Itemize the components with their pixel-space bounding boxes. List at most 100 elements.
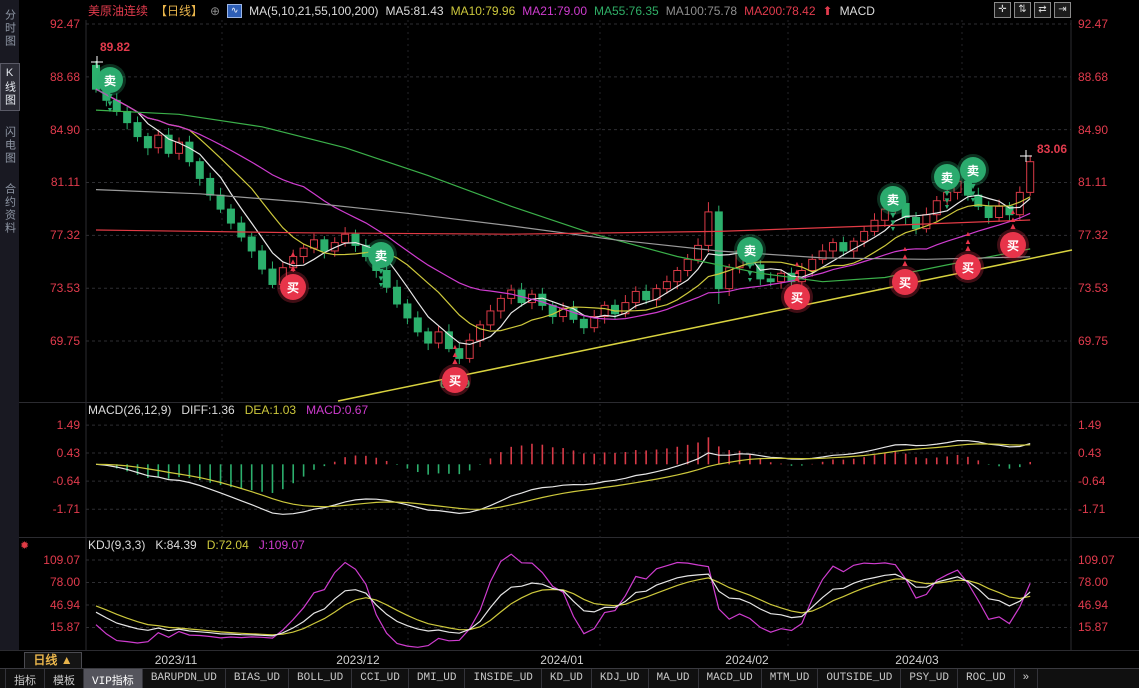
buy-signal-marker: 买 — [892, 269, 918, 295]
y-axis-label: -1.71 — [52, 502, 80, 517]
tab-vip指标[interactable]: VIP指标 — [84, 669, 143, 688]
up-arrows-icon: ▲ ▲ ▲ — [1008, 209, 1018, 231]
chart-toolbar: ✛ ⇅ ⇄ ⇥ — [994, 2, 1071, 18]
y-axis-label: 88.68 — [49, 69, 80, 84]
buy-signal-marker: 买 — [280, 274, 306, 300]
macd-dea-value: DEA:1.03 — [244, 403, 297, 417]
sell-signal-marker: 卖 — [934, 164, 960, 190]
buy-signal-marker: 买 — [1000, 232, 1026, 258]
tab-dmi-ud[interactable]: DMI_UD — [409, 669, 466, 688]
tab-模板[interactable]: 模板 — [45, 669, 84, 688]
up-arrows-icon: ▲ ▲ ▲ — [288, 251, 298, 273]
tab-psy-ud[interactable]: PSY_UD — [901, 669, 958, 688]
down-arrows-icon: ▼ ▼ ▼ — [942, 188, 952, 212]
y-axis-label: 0.43 — [1078, 446, 1102, 460]
y-axis-label: 92.47 — [49, 17, 80, 31]
up-arrows-icon: ▲ ▲ ▲ — [963, 231, 973, 253]
y-axis-label: 84.90 — [49, 122, 80, 137]
up-arrows-icon: ▲ ▲ ▲ — [792, 261, 802, 283]
tab-barupdn-ud[interactable]: BARUPDN_UD — [143, 669, 226, 688]
kdj-title: KDJ(9,3,3) — [88, 538, 146, 552]
y-axis-label: 73.53 — [49, 281, 80, 296]
y-axis-label: 84.90 — [1078, 122, 1109, 137]
y-axis-label: 46.94 — [1078, 597, 1109, 612]
down-arrows-icon: ▼ ▼ ▼ — [376, 266, 386, 290]
y-axis-label: 69.75 — [1078, 333, 1109, 348]
x-axis-label: 2024/03 — [895, 653, 939, 667]
tab-kdj-ud[interactable]: KDJ_UD — [592, 669, 649, 688]
indicator-label: MACD — [839, 3, 875, 18]
ma5-value: MA5:81.43 — [385, 3, 444, 18]
kdj-d-value: D:72.04 — [206, 538, 249, 552]
shift-right-icon[interactable]: ⇥ — [1054, 2, 1071, 18]
sidebar-item-flash-chart[interactable]: 闪电图 — [1, 123, 19, 168]
y-axis-label: 1.49 — [56, 418, 80, 433]
x-axis-label: 2023/12 — [336, 653, 380, 667]
tab-outside-ud[interactable]: OUTSIDE_UD — [818, 669, 902, 688]
sidebar-item-contract-info[interactable]: 合约资料 — [1, 180, 19, 238]
down-arrows-icon: ▼ ▼ ▼ — [888, 210, 898, 234]
sell-signal-marker: 卖 — [97, 67, 123, 93]
left-sidebar: 分时图 K线图 闪电图 合约资料 — [0, 0, 20, 650]
tab-roc-ud[interactable]: ROC_UD — [958, 669, 1015, 688]
y-axis-label: 109.07 — [1078, 553, 1115, 567]
indicator-tab-bar: 指标 模板 VIP指标 BARUPDN_UD BIAS_UD BOLL_UD CCI_UD D… — [0, 668, 1139, 688]
y-axis-label: 77.32 — [1078, 228, 1109, 243]
high-price-annotation: 89.82 — [100, 40, 131, 54]
buy-signal-marker: 买 — [784, 284, 810, 310]
y-axis-label: 46.94 — [49, 597, 80, 612]
chart-header: 美原油连续 【日线】 ⊕ ∿ MA(5,10,21,55,100,200) MA… — [88, 3, 875, 18]
y-axis-label: 88.68 — [1078, 69, 1109, 84]
alert-dot-icon[interactable]: ✹ — [20, 539, 29, 552]
x-axis-label: 2023/11 — [154, 653, 198, 667]
ma10-value: MA10:79.96 — [450, 3, 516, 18]
buy-signal-marker: 买 — [955, 254, 981, 280]
tab-mtm-ud[interactable]: MTM_UD — [762, 669, 819, 688]
tab-kd-ud[interactable]: KD_UD — [542, 669, 592, 688]
y-axis-label: 78.00 — [1078, 575, 1109, 590]
tab-ma-ud[interactable]: MA_UD — [649, 669, 699, 688]
macd-panel-header: MACD(26,12,9) DIFF:1.36 DEA:1.03 MACD:0.… — [88, 403, 368, 417]
x-axis-label: 2024/02 — [725, 653, 769, 667]
y-axis-zoom-icon[interactable]: ⇅ — [1014, 2, 1031, 18]
y-axis-label: -1.71 — [1078, 502, 1106, 517]
buy-signal-marker: 买 — [442, 367, 468, 393]
down-arrows-icon: ▼ ▼ ▼ — [745, 261, 755, 285]
tab-boll-ud[interactable]: BOLL_UD — [289, 669, 353, 688]
circle-plus-icon[interactable]: ⊕ — [210, 4, 220, 18]
down-arrows-icon: ▼ ▼ ▼ — [105, 91, 115, 115]
y-axis-label: 0.43 — [56, 446, 80, 460]
up-arrows-icon: ▲ ▲ ▲ — [900, 246, 910, 268]
y-axis-label: 81.11 — [50, 175, 80, 190]
x-axis-zoom-icon[interactable]: ⇄ — [1034, 2, 1051, 18]
move-icon[interactable]: ✛ — [994, 2, 1011, 18]
tab-macd-ud[interactable]: MACD_UD — [699, 669, 762, 688]
chart-canvas[interactable] — [0, 0, 1139, 650]
tab-inside-ud[interactable]: INSIDE_UD — [465, 669, 542, 688]
sell-signal-marker: 卖 — [368, 242, 394, 268]
symbol-title: 美原油连续 — [88, 4, 149, 18]
period-selector-button[interactable]: 日线 ▲ — [24, 652, 82, 669]
y-axis-label: -0.64 — [1078, 474, 1106, 489]
y-axis-label: 73.53 — [1078, 281, 1109, 296]
sell-signal-marker: 卖 — [960, 157, 986, 183]
ma55-value: MA55:76.35 — [594, 3, 659, 18]
ma21-value: MA21:79.00 — [522, 3, 587, 18]
tab--[interactable]: » — [1015, 669, 1039, 688]
tab-指标[interactable]: 指标 — [5, 669, 45, 688]
tab-bias-ud[interactable]: BIAS_UD — [226, 669, 290, 688]
ma200-value: MA200:78.42 — [744, 3, 816, 18]
y-axis-label: 69.75 — [49, 333, 80, 348]
x-axis-label: 2024/01 — [540, 653, 584, 667]
y-axis-label: 1.49 — [1078, 418, 1102, 433]
kdj-j-value: J:109.07 — [258, 538, 305, 552]
macd-diff-value: DIFF:1.36 — [181, 403, 235, 417]
period-tag: 【日线】 — [155, 4, 204, 18]
sidebar-item-time-chart[interactable]: 分时图 — [1, 6, 19, 51]
macd-title: MACD(26,12,9) — [88, 403, 172, 417]
sidebar-item-kline-chart[interactable]: K线图 — [0, 63, 20, 111]
up-arrows-icon: ▲ ▲ ▲ — [450, 344, 460, 366]
sell-signal-marker: 卖 — [737, 237, 763, 263]
tab-cci-ud[interactable]: CCI_UD — [352, 669, 409, 688]
mini-chart-icon[interactable]: ∿ — [227, 3, 243, 18]
